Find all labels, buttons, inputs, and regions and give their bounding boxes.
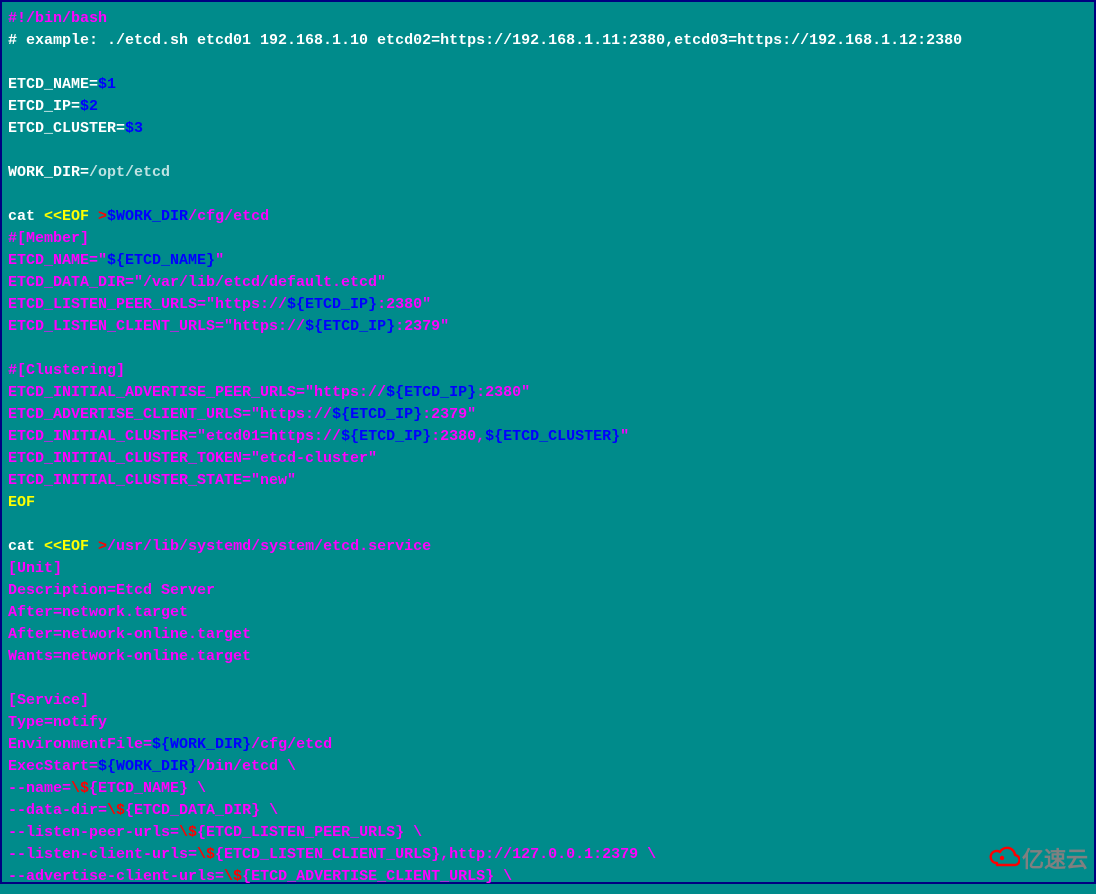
code-token: ETCD_INITIAL_CLUSTER_TOKEN="etcd-cluster… [8, 450, 377, 467]
code-token: EOF [8, 494, 35, 511]
code-token: > [98, 538, 107, 555]
code-token: ETCD_ADVERTISE_CLIENT_URLS="https:// [8, 406, 332, 423]
code-token: ETCD_INITIAL_ADVERTISE_PEER_URLS="https:… [8, 384, 386, 401]
code-token: $2 [80, 98, 98, 115]
code-token: cat [8, 208, 44, 225]
code-token: ${WORK_DIR} [152, 736, 251, 753]
watermark-text: 亿速云 [1022, 849, 1088, 871]
code-token: ETCD_LISTEN_PEER_URLS="https:// [8, 296, 287, 313]
code-token: ETCD_LISTEN_CLIENT_URLS="https:// [8, 318, 305, 335]
code-token: \$ [224, 868, 242, 885]
code-token: /usr/lib/systemd/system/etcd.service [107, 538, 431, 555]
code-token: [Service] [8, 692, 89, 709]
code-token: --advertise-client-urls= [8, 868, 224, 885]
code-token: \$ [197, 846, 215, 863]
code-token: \$ [179, 824, 197, 841]
code-token: " [215, 252, 224, 269]
code-token: ETCD_INITIAL_CLUSTER_STATE="new" [8, 472, 296, 489]
code-token: EnvironmentFile= [8, 736, 152, 753]
code-token: --name= [8, 780, 71, 797]
code-token: /cfg/etcd [188, 208, 269, 225]
code-token: # example: ./etcd.sh etcd01 192.168.1.10… [8, 32, 962, 49]
code-token: ${ETCD_IP} [332, 406, 422, 423]
watermark: 亿速云 [988, 843, 1088, 876]
code-token: ${ETCD_IP} [386, 384, 476, 401]
code-token: #[Member] [8, 230, 89, 247]
code-token: :2379" [422, 406, 476, 423]
code-token: ${ETCD_IP} [287, 296, 377, 313]
code-token: ETCD_IP= [8, 98, 80, 115]
code-token: ${ETCD_IP} [305, 318, 395, 335]
code-block: #!/bin/bash # example: ./etcd.sh etcd01 … [2, 2, 1094, 894]
code-token: {ETCD_NAME} \ [89, 780, 206, 797]
code-token: $WORK_DIR [107, 208, 188, 225]
code-token: <<EOF [44, 538, 98, 555]
code-token: Type=notify [8, 714, 107, 731]
code-token: ExecStart= [8, 758, 98, 775]
code-token: $1 [98, 76, 116, 93]
code-token: {ETCD_LISTEN_CLIENT_URLS},http://127.0.0… [215, 846, 656, 863]
code-token: WORK_DIR= [8, 164, 89, 181]
code-token: :2380" [377, 296, 431, 313]
code-token: ETCD_NAME= [8, 76, 98, 93]
code-token: [Unit] [8, 560, 62, 577]
code-token: Wants=network-online.target [8, 648, 251, 665]
code-token: --listen-peer-urls= [8, 824, 179, 841]
code-token: /cfg/etcd [251, 736, 332, 753]
cloud-icon [988, 843, 1020, 876]
code-token: ${WORK_DIR} [98, 758, 197, 775]
code-token: > [98, 208, 107, 225]
code-token: ${ETCD_CLUSTER} [485, 428, 620, 445]
code-token: :2380, [431, 428, 485, 445]
code-token: --listen-client-urls= [8, 846, 197, 863]
code-token: Description=Etcd Server [8, 582, 215, 599]
code-token: #!/bin/bash [8, 10, 107, 27]
code-token: After=network.target [8, 604, 188, 621]
code-token: <<EOF [44, 208, 98, 225]
code-token: cat [8, 538, 44, 555]
code-token: :2379" [395, 318, 449, 335]
code-token: :2380" [476, 384, 530, 401]
code-token: /bin/etcd \ [197, 758, 296, 775]
code-token: \$ [107, 802, 125, 819]
code-token: --data-dir= [8, 802, 107, 819]
code-token: ${ETCD_IP} [341, 428, 431, 445]
code-token: {ETCD_LISTEN_PEER_URLS} \ [197, 824, 422, 841]
code-token: {ETCD_DATA_DIR} \ [125, 802, 278, 819]
code-token: {ETCD_ADVERTISE_CLIENT_URLS} \ [242, 868, 512, 885]
code-token: /opt/etcd [89, 164, 170, 181]
code-token: ETCD_NAME=" [8, 252, 107, 269]
code-token: ETCD_INITIAL_CLUSTER="etcd01=https:// [8, 428, 341, 445]
code-token: ETCD_CLUSTER= [8, 120, 125, 137]
code-token: ETCD_DATA_DIR="/var/lib/etcd/default.etc… [8, 274, 386, 291]
code-token: $3 [125, 120, 143, 137]
code-token: After=network-online.target [8, 626, 251, 643]
code-token: " [620, 428, 629, 445]
code-token: #[Clustering] [8, 362, 125, 379]
code-token: \$ [71, 780, 89, 797]
code-token: ${ETCD_NAME} [107, 252, 215, 269]
